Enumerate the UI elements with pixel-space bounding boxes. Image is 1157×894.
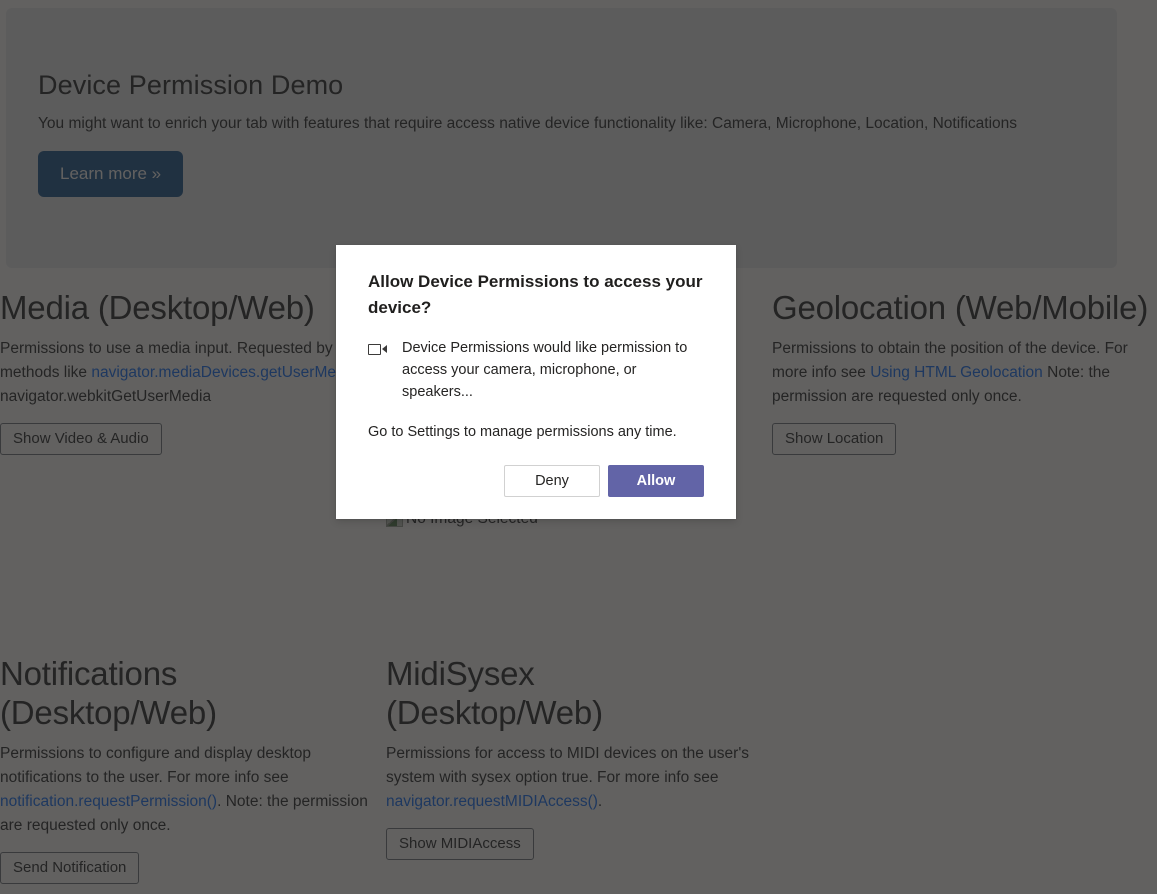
- deny-button[interactable]: Deny: [504, 465, 600, 497]
- dialog-actions: Deny Allow: [368, 465, 704, 497]
- page-root: Device Permission Demo You might want to…: [0, 0, 1157, 894]
- dialog-settings-note: Go to Settings to manage permissions any…: [368, 424, 677, 440]
- dialog-body: Device Permissions would like permission…: [368, 337, 704, 403]
- device-permission-dialog: Allow Device Permissions to access your …: [336, 245, 736, 519]
- dialog-description: Device Permissions would like permission…: [402, 340, 688, 400]
- dialog-title: Allow Device Permissions to access your …: [368, 272, 703, 317]
- allow-button[interactable]: Allow: [608, 465, 704, 497]
- camera-icon: [368, 343, 390, 357]
